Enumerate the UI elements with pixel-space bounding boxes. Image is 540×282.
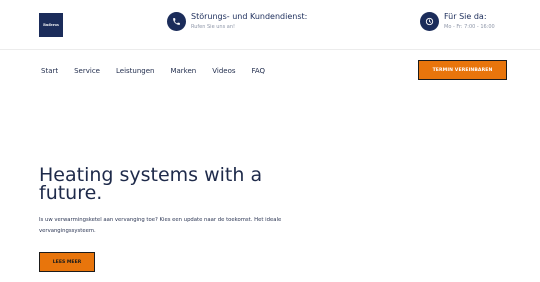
- nav-item-leistungen[interactable]: Leistungen: [116, 67, 154, 75]
- main-nav: Start Service Leistungen Marken Videos F…: [41, 64, 281, 78]
- hours-title: Für Sie da:: [444, 12, 487, 21]
- nav-item-marken[interactable]: Marken: [170, 67, 196, 75]
- book-appointment-button[interactable]: TERMIN VEREINBAREN: [418, 60, 507, 80]
- page: Buderus Störungs- und Kundendienst: Rufe…: [0, 0, 540, 282]
- nav-item-faq[interactable]: FAQ: [252, 67, 266, 75]
- read-more-button[interactable]: LEES MEER: [39, 252, 95, 272]
- top-header: Buderus Störungs- und Kundendienst: Rufe…: [0, 0, 540, 50]
- brand-logo-text: Buderus: [43, 23, 59, 27]
- hours-subtitle: Mo - Fr: 7:00 - 16:00: [444, 24, 495, 30]
- brand-logo[interactable]: Buderus: [39, 13, 63, 37]
- hotline-title: Störungs- und Kundendienst:: [191, 12, 308, 21]
- hero-title: Heating systems with a future.: [39, 164, 263, 204]
- phone-icon: [167, 12, 186, 31]
- nav-item-service[interactable]: Service: [74, 67, 100, 75]
- hero-description: Is uw verwarmingsketel aan vervanging to…: [39, 217, 282, 234]
- nav-item-videos[interactable]: Videos: [212, 67, 235, 75]
- hotline-subtitle: Rufen Sie uns an!: [191, 24, 236, 30]
- clock-icon: [420, 12, 439, 31]
- nav-item-start[interactable]: Start: [41, 67, 58, 75]
